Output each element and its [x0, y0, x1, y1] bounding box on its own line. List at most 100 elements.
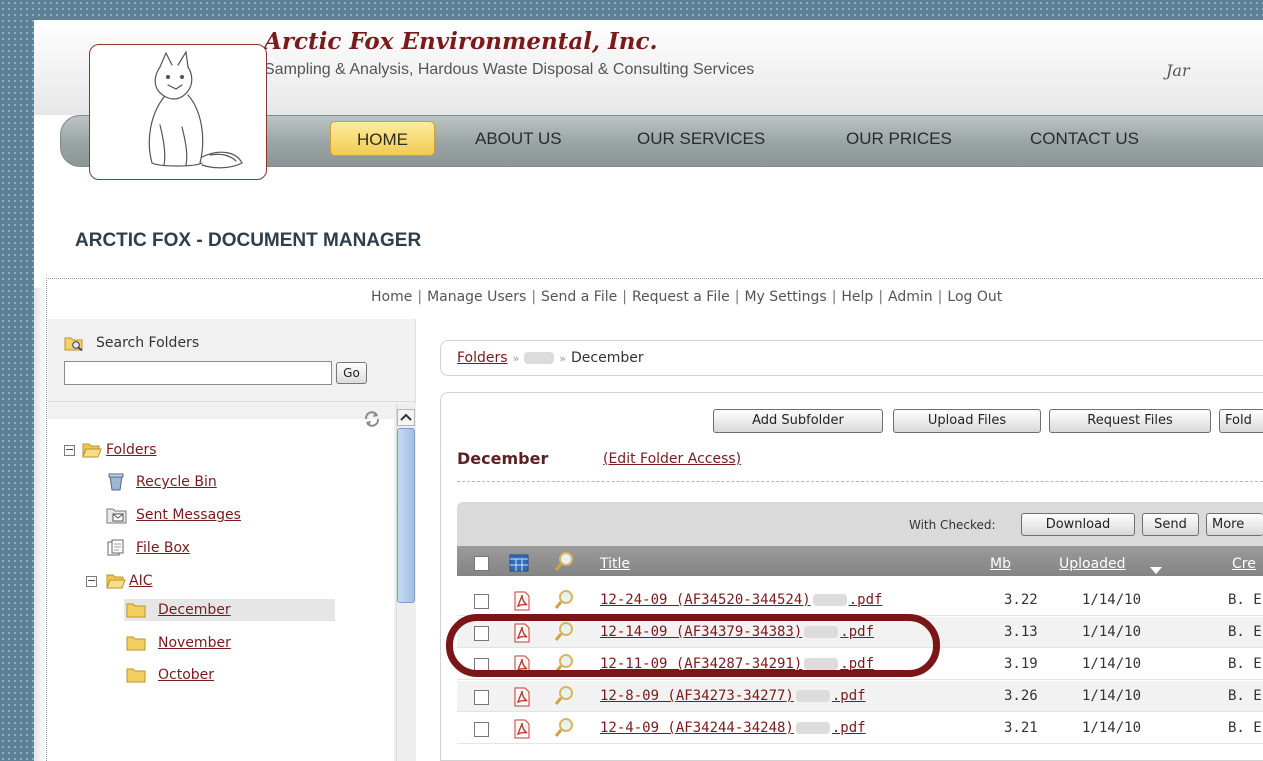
- tree-link-december[interactable]: December: [158, 599, 231, 621]
- file-title-suffix: .pdf: [840, 624, 875, 640]
- created-by-cell: B. E: [1228, 592, 1262, 608]
- tree-item-december: December: [124, 599, 335, 621]
- download-button[interactable]: Download: [1021, 513, 1135, 536]
- redacted-text: [804, 626, 839, 638]
- file-title-suffix: .pdf: [831, 720, 866, 736]
- request-files-button[interactable]: Request Files: [1049, 409, 1211, 433]
- link-admin[interactable]: Admin: [888, 289, 933, 305]
- search-folders-input[interactable]: [64, 361, 332, 385]
- nav-home[interactable]: HOME: [330, 121, 435, 156]
- file-title-cell: 12-11-09 (AF34287-34291) .pdf: [600, 656, 874, 672]
- link-my-settings[interactable]: My Settings: [744, 289, 826, 305]
- preview-magnifier-icon[interactable]: [553, 589, 575, 615]
- breadcrumb-folders-link[interactable]: Folders: [457, 350, 508, 366]
- scroll-thumb[interactable]: [397, 428, 415, 603]
- file-size-cell: 3.19: [1004, 656, 1038, 672]
- preview-magnifier-icon[interactable]: [553, 685, 575, 711]
- redacted-text: [804, 658, 839, 670]
- file-title-link[interactable]: 12-4-09 (AF34244-34248) .pdf: [600, 720, 866, 736]
- file-title-link[interactable]: 12-14-09 (AF34379-34383) .pdf: [600, 624, 874, 640]
- column-created-by[interactable]: Cre: [1232, 556, 1256, 572]
- folder-options-button[interactable]: Fold: [1219, 409, 1263, 433]
- upload-files-button[interactable]: Upload Files: [893, 409, 1041, 433]
- sort-descending-icon[interactable]: [1150, 560, 1162, 579]
- folder-open-icon: [82, 442, 102, 465]
- tree-link-recycle-bin[interactable]: Recycle Bin: [136, 471, 217, 493]
- file-title-link[interactable]: 12-24-09 (AF34520-344524) .pdf: [600, 592, 882, 608]
- uploaded-date-cell: 1/14/10: [1082, 592, 1142, 608]
- tree-link-october[interactable]: October: [158, 664, 214, 686]
- folder-title: December: [457, 449, 549, 468]
- recycle-bin-icon: [106, 473, 126, 498]
- select-all-checkbox[interactable]: [474, 556, 489, 571]
- send-button[interactable]: Send: [1142, 513, 1199, 536]
- nav-about-us[interactable]: ABOUT US: [475, 121, 562, 156]
- more-actions-button[interactable]: More: [1206, 513, 1263, 536]
- pdf-icon: [512, 687, 532, 711]
- redacted-text: [795, 722, 830, 734]
- file-size-cell: 3.21: [1004, 720, 1038, 736]
- search-go-button[interactable]: Go: [336, 362, 367, 384]
- file-table-header: [457, 546, 1263, 576]
- redacted-text: [812, 594, 847, 606]
- link-help[interactable]: Help: [841, 289, 873, 305]
- edit-folder-access-link[interactable]: (Edit Folder Access): [603, 451, 741, 467]
- nav-our-services[interactable]: OUR SERVICES: [637, 121, 765, 156]
- link-log-out[interactable]: Log Out: [947, 289, 1002, 305]
- link-manage-users[interactable]: Manage Users: [427, 289, 526, 305]
- created-by-cell: B. E: [1228, 720, 1262, 736]
- collapse-toggle[interactable]: −: [64, 444, 75, 456]
- row-checkbox[interactable]: [474, 722, 489, 737]
- column-uploaded[interactable]: Uploaded: [1059, 556, 1126, 572]
- preview-magnifier-icon[interactable]: [553, 653, 575, 679]
- row-checkbox[interactable]: [474, 658, 489, 673]
- row-checkbox[interactable]: [474, 690, 489, 705]
- row-checkbox[interactable]: [474, 594, 489, 609]
- link-send-a-file[interactable]: Send a File: [541, 289, 617, 305]
- link-request-a-file[interactable]: Request a File: [632, 289, 730, 305]
- link-separator: |: [831, 289, 837, 305]
- tree-link-november[interactable]: November: [158, 632, 231, 654]
- file-title-suffix: .pdf: [848, 592, 883, 608]
- column-title[interactable]: Title: [600, 556, 630, 572]
- refresh-icon[interactable]: [362, 410, 382, 432]
- scroll-up-button[interactable]: [397, 409, 415, 426]
- search-folder-icon: [64, 335, 84, 355]
- preview-magnifier-icon[interactable]: [553, 621, 575, 647]
- link-home[interactable]: Home: [371, 289, 412, 305]
- tree-link-file-box[interactable]: File Box: [136, 537, 190, 559]
- file-title-prefix: 12-4-09 (AF34244-34248): [600, 720, 794, 736]
- uploaded-date-cell: 1/14/10: [1082, 656, 1142, 672]
- created-by-cell: B. E: [1228, 656, 1262, 672]
- logo[interactable]: [89, 44, 267, 180]
- add-subfolder-button[interactable]: Add Subfolder: [713, 409, 883, 433]
- nav-our-prices[interactable]: OUR PRICES: [846, 121, 952, 156]
- nav-contact-us[interactable]: CONTACT US: [1030, 121, 1139, 156]
- tree-link-folders[interactable]: Folders: [106, 439, 157, 461]
- file-size-cell: 3.13: [1004, 624, 1038, 640]
- collapse-toggle[interactable]: −: [86, 575, 97, 587]
- tree-link-sent-messages[interactable]: Sent Messages: [136, 504, 241, 526]
- file-title-prefix: 12-24-09 (AF34520-344524): [600, 592, 811, 608]
- file-title-link[interactable]: 12-8-09 (AF34273-34277) .pdf: [600, 688, 866, 704]
- folder-icon: [126, 667, 146, 690]
- chevron-up-icon: [400, 413, 412, 421]
- page-edge-shadow: [34, 288, 46, 761]
- sent-messages-icon: [106, 506, 128, 531]
- file-title-suffix: .pdf: [831, 688, 866, 704]
- row-checkbox[interactable]: [474, 626, 489, 641]
- preview-magnifier-icon[interactable]: [553, 717, 575, 743]
- tree-link-aic[interactable]: AIC: [129, 570, 152, 592]
- search-folders-label: Search Folders: [96, 335, 200, 351]
- file-title-link[interactable]: 12-11-09 (AF34287-34291) .pdf: [600, 656, 874, 672]
- preview-magnifier-icon[interactable]: [553, 551, 575, 577]
- column-mb[interactable]: Mb: [990, 556, 1011, 572]
- uploaded-date-cell: 1/14/10: [1082, 624, 1142, 640]
- file-box-icon: [106, 539, 128, 564]
- pdf-icon: [512, 591, 532, 615]
- breadcrumb-current: December: [571, 350, 644, 366]
- top-links-bar: Home | Manage Users | Send a File | Request a …: [371, 289, 1002, 305]
- grid-view-icon[interactable]: [509, 554, 529, 576]
- page-title: ARCTIC FOX - DOCUMENT MANAGER: [75, 230, 422, 251]
- breadcrumb-separator: »: [559, 352, 567, 365]
